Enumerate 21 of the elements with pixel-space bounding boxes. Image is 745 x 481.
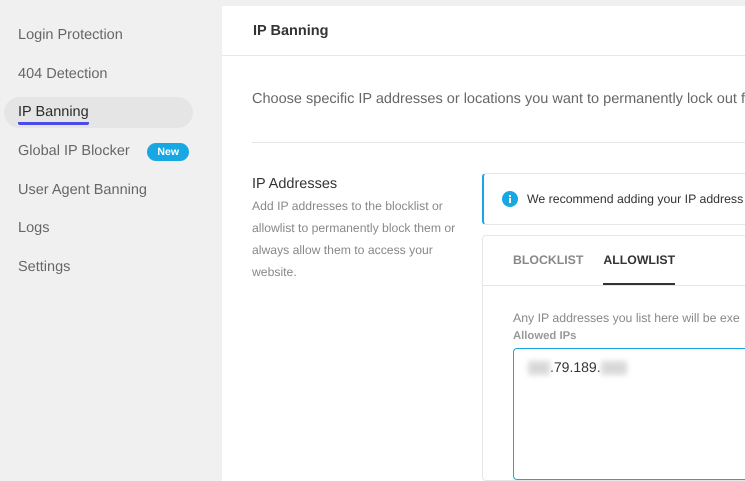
- blurred-text: [528, 361, 550, 375]
- sidebar-item[interactable]: Global IP Blocker New: [4, 136, 193, 168]
- blurred-text: [600, 361, 627, 375]
- sidebar-item[interactable]: IP Banning: [4, 97, 193, 128]
- sidebar-item[interactable]: Logs: [4, 213, 193, 244]
- field-label: Allowed IPs: [513, 330, 578, 342]
- list-tab[interactable]: ALLOWLIST: [603, 236, 676, 285]
- list-tab[interactable]: BLOCKLIST: [513, 236, 584, 285]
- sidebar-item[interactable]: Login Protection: [4, 20, 193, 51]
- section-description: Add IP addresses to the blocklist or allowlist to permanently block them or always allow them to access your website.: [252, 198, 456, 281]
- sidebar-item[interactable]: User Agent Banning: [4, 174, 193, 206]
- page-title: IP Banning: [222, 6, 745, 56]
- allowed-ips-field[interactable]: .79.189.: [513, 348, 745, 480]
- sidebar-item[interactable]: 404 Detection: [4, 58, 193, 90]
- sidebar-item[interactable]: Settings: [4, 252, 193, 284]
- new-badge: New: [147, 142, 189, 161]
- allowlist-hint: Any IP addresses you list here will be exe: [513, 311, 741, 325]
- info-icon: [502, 191, 518, 207]
- notice-text: We recommend adding your IP address: [527, 192, 744, 206]
- section-title: IP Addresses: [252, 176, 338, 192]
- intro-text: Choose specific IP addresses or locations you want to permanently lock out f: [251, 90, 745, 107]
